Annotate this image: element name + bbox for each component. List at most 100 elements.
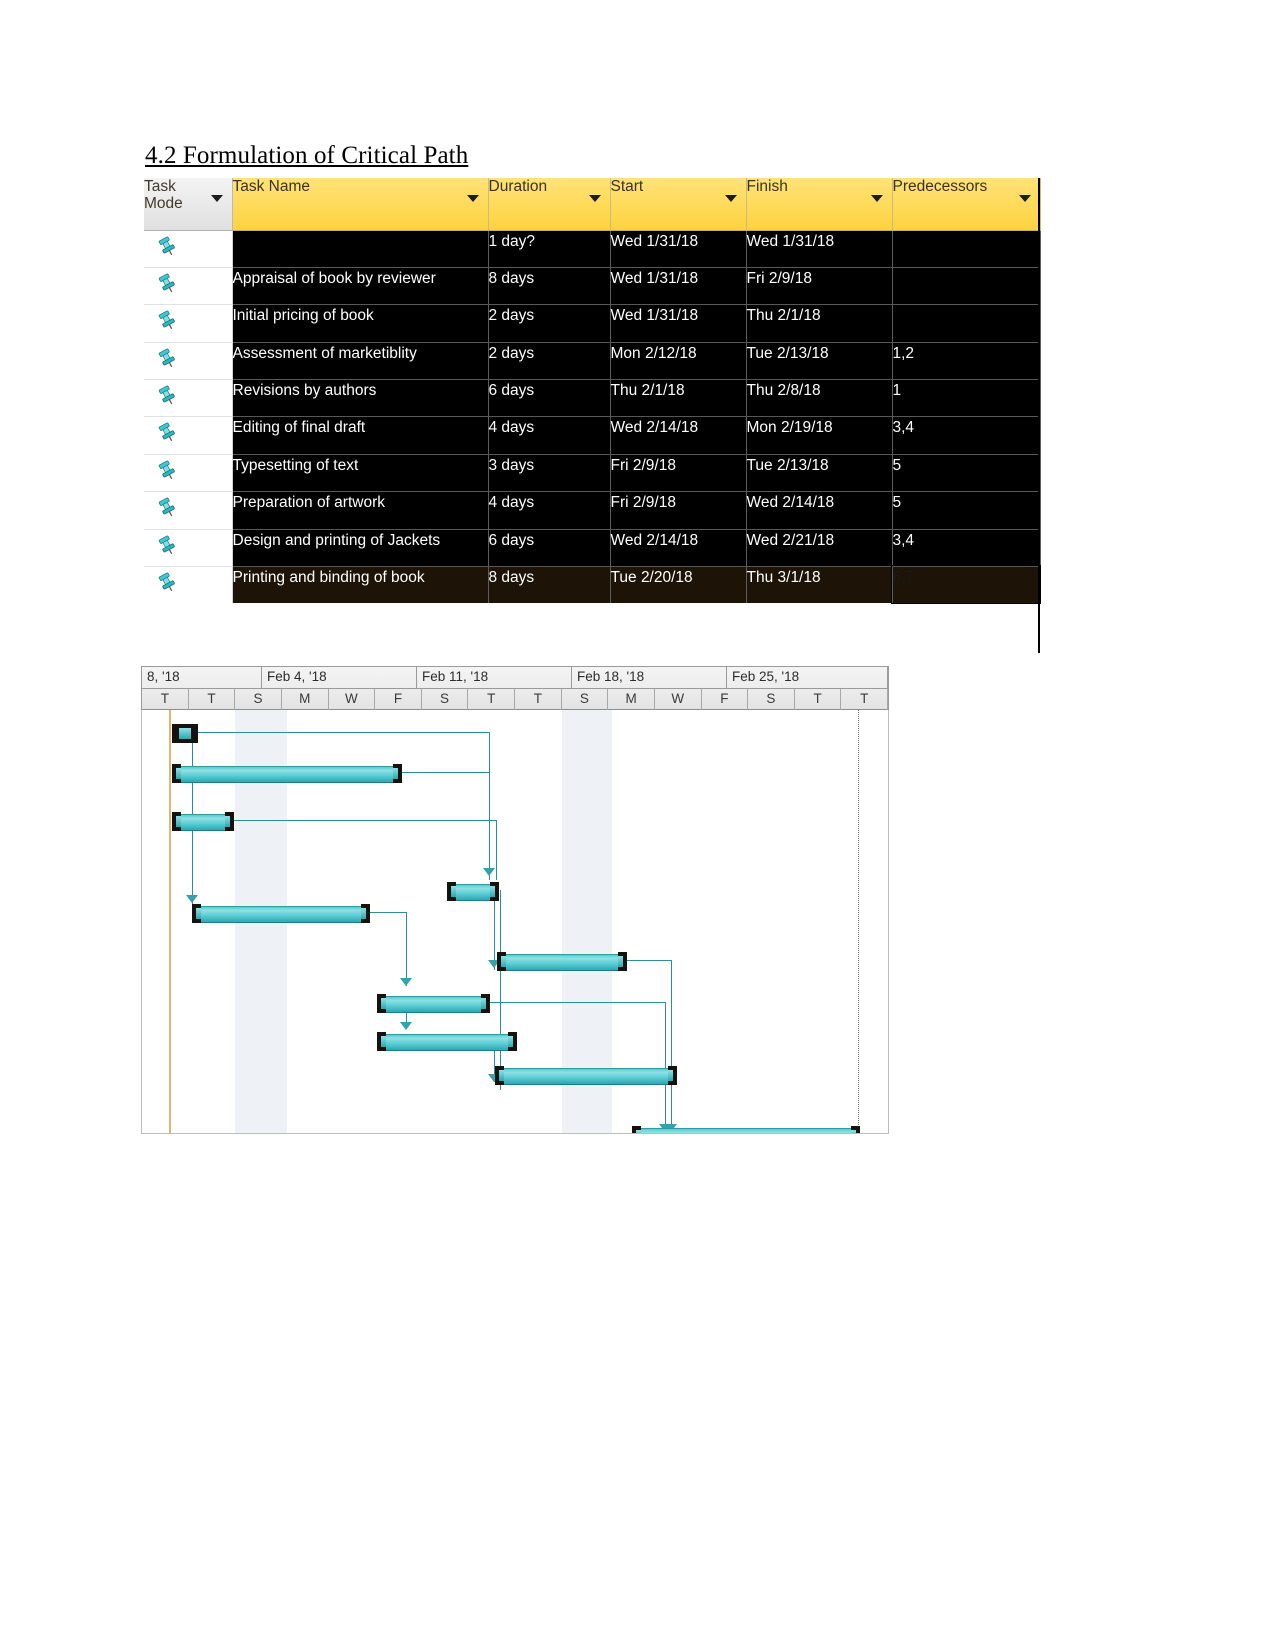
cell-name[interactable]: Editing of final draft [232, 416, 489, 455]
cell-finish[interactable]: Wed 1/31/18 [746, 230, 893, 268]
cell-task-mode[interactable] [144, 566, 233, 604]
cell-duration[interactable]: 6 days [488, 379, 611, 418]
cell-start[interactable]: Wed 2/14/18 [610, 529, 747, 567]
gantt-bar-end-cap [481, 994, 490, 1013]
table-row[interactable]: Design and printing of Jackets 6 days Wed … [144, 529, 1041, 567]
cell-finish[interactable]: Tue 2/13/18 [746, 454, 893, 493]
cell-task-mode[interactable] [144, 491, 233, 530]
cell-name[interactable]: Printing and binding of book [232, 566, 489, 604]
chevron-down-icon[interactable] [1018, 195, 1031, 202]
chevron-down-icon[interactable] [588, 195, 601, 202]
cell-task-mode[interactable] [144, 342, 233, 381]
column-header-task-name[interactable]: Task Name [232, 178, 489, 231]
cell-start[interactable]: Tue 2/20/18 [610, 566, 747, 604]
cell-finish[interactable]: Wed 2/14/18 [746, 491, 893, 530]
gantt-bar[interactable] [172, 812, 234, 831]
cell-duration[interactable]: 4 days [488, 491, 611, 530]
gantt-bar[interactable] [192, 904, 370, 923]
cell-name[interactable]: Appraisal of book by reviewer [232, 267, 489, 306]
gantt-chart: 8, '18 Feb 4, '18 Feb 11, '18 Feb 18, '18 Fe… [141, 666, 889, 1134]
cell-finish[interactable]: Wed 2/21/18 [746, 529, 893, 567]
cell-finish[interactable]: Fri 2/9/18 [746, 267, 893, 306]
cell-name[interactable]: Design and printing of Jackets [232, 529, 489, 567]
cell-start[interactable]: Fri 2/9/18 [610, 454, 747, 493]
column-header-finish[interactable]: Finish [746, 178, 893, 231]
cell-predecessors[interactable] [892, 230, 1041, 268]
cell-start[interactable]: Wed 1/31/18 [610, 267, 747, 306]
table-row[interactable]: Typesetting of text 3 days Fri 2/9/18 Tue 2… [144, 454, 1041, 493]
cell-name[interactable]: Assessment of marketiblity [232, 342, 489, 381]
cell-duration[interactable]: 1 day? [488, 230, 611, 268]
cell-task-mode[interactable] [144, 416, 233, 455]
table-row[interactable]: Assessment of marketiblity 2 days Mon 2/12… [144, 342, 1041, 381]
gantt-bar[interactable] [495, 1066, 677, 1085]
cell-start[interactable]: Mon 2/12/18 [610, 342, 747, 381]
cell-name[interactable]: Revisions by authors [232, 379, 489, 418]
cell-predecessors[interactable]: 5 [892, 491, 1041, 530]
cell-name[interactable]: Preparation of artwork [232, 491, 489, 530]
gantt-bar[interactable] [377, 994, 490, 1013]
gantt-bar[interactable] [497, 952, 627, 971]
gantt-bar[interactable] [447, 882, 499, 901]
gantt-bar[interactable] [377, 1032, 517, 1051]
cell-predecessors[interactable]: 1,2 [892, 342, 1041, 381]
cell-task-mode[interactable] [144, 529, 233, 567]
table-row[interactable]: 1 day? Wed 1/31/18 Wed 1/31/18 [144, 230, 1041, 268]
column-header-predecessors[interactable]: Predecessors [892, 178, 1041, 231]
cell-finish[interactable]: Thu 2/1/18 [746, 304, 893, 343]
chevron-down-icon[interactable] [724, 195, 737, 202]
cell-duration[interactable]: 6 days [488, 529, 611, 567]
cell-finish[interactable]: Tue 2/13/18 [746, 342, 893, 381]
cell-start[interactable]: Fri 2/9/18 [610, 491, 747, 530]
table-row[interactable]: Revisions by authors 6 days Thu 2/1/18 Thu … [144, 379, 1041, 418]
table-row[interactable]: Preparation of artwork 4 days Fri 2/9/18 We… [144, 491, 1041, 530]
cell-duration[interactable]: 8 days [488, 566, 611, 604]
cell-start[interactable]: Wed 1/31/18 [610, 304, 747, 343]
gantt-day-row: TTSMWFSTTSMWFSTT [142, 689, 888, 711]
cell-duration[interactable]: 4 days [488, 416, 611, 455]
cell-task-mode[interactable] [144, 304, 233, 343]
cell-duration[interactable]: 2 days [488, 304, 611, 343]
cell-finish[interactable]: Thu 3/1/18 [746, 566, 893, 604]
column-header-task-mode[interactable]: Task Mode [144, 178, 233, 231]
cell-predecessors[interactable]: 6,7 [891, 565, 1041, 605]
cell-name[interactable]: Initial pricing of book [232, 304, 489, 343]
table-row[interactable]: Appraisal of book by reviewer 8 days Wed 1… [144, 267, 1041, 306]
cell-start[interactable]: Thu 2/1/18 [610, 379, 747, 418]
cell-duration[interactable]: 2 days [488, 342, 611, 381]
link-line [494, 890, 495, 970]
pin-icon [156, 571, 178, 593]
cell-task-mode[interactable] [144, 267, 233, 306]
cell-task-mode[interactable] [144, 454, 233, 493]
gantt-bar[interactable] [172, 764, 402, 783]
cell-name[interactable]: Typesetting of text [232, 454, 489, 493]
cell-duration[interactable]: 8 days [488, 267, 611, 306]
cell-finish[interactable]: Mon 2/19/18 [746, 416, 893, 455]
chevron-down-icon[interactable] [210, 195, 223, 202]
cell-predecessors[interactable]: 3,4 [892, 529, 1041, 567]
cell-name[interactable] [232, 230, 489, 268]
cell-finish[interactable]: Thu 2/8/18 [746, 379, 893, 418]
column-header-duration[interactable]: Duration [488, 178, 611, 231]
cell-duration[interactable]: 3 days [488, 454, 611, 493]
chevron-down-icon[interactable] [466, 195, 479, 202]
gantt-bar[interactable] [172, 724, 198, 743]
table-row[interactable]: Printing and binding of book 8 days Tue 2/… [144, 565, 1041, 605]
cell-task-mode[interactable] [144, 379, 233, 418]
cell-start[interactable]: Wed 2/14/18 [610, 416, 747, 455]
cell-predecessors[interactable]: 1 [892, 379, 1041, 418]
cell-start[interactable]: Wed 1/31/18 [610, 230, 747, 268]
cell-predecessors[interactable]: 3,4 [892, 416, 1041, 455]
table-row[interactable]: Initial pricing of book 2 days Wed 1/31/18… [144, 304, 1041, 343]
column-header-start[interactable]: Start [610, 178, 747, 231]
cell-predecessors[interactable] [892, 304, 1041, 343]
cell-predecessors[interactable] [892, 267, 1041, 306]
table-row[interactable]: Editing of final draft 4 days Wed 2/14/18 M… [144, 416, 1041, 455]
gantt-timescale-header: 8, '18 Feb 4, '18 Feb 11, '18 Feb 18, '18 Fe… [141, 666, 889, 711]
timeline-day-label: T [189, 689, 236, 711]
cell-predecessors[interactable]: 5 [892, 454, 1041, 493]
cell-task-mode[interactable] [144, 230, 233, 268]
gantt-bar[interactable] [632, 1126, 860, 1133]
pin-icon [156, 309, 178, 331]
chevron-down-icon[interactable] [870, 195, 883, 202]
